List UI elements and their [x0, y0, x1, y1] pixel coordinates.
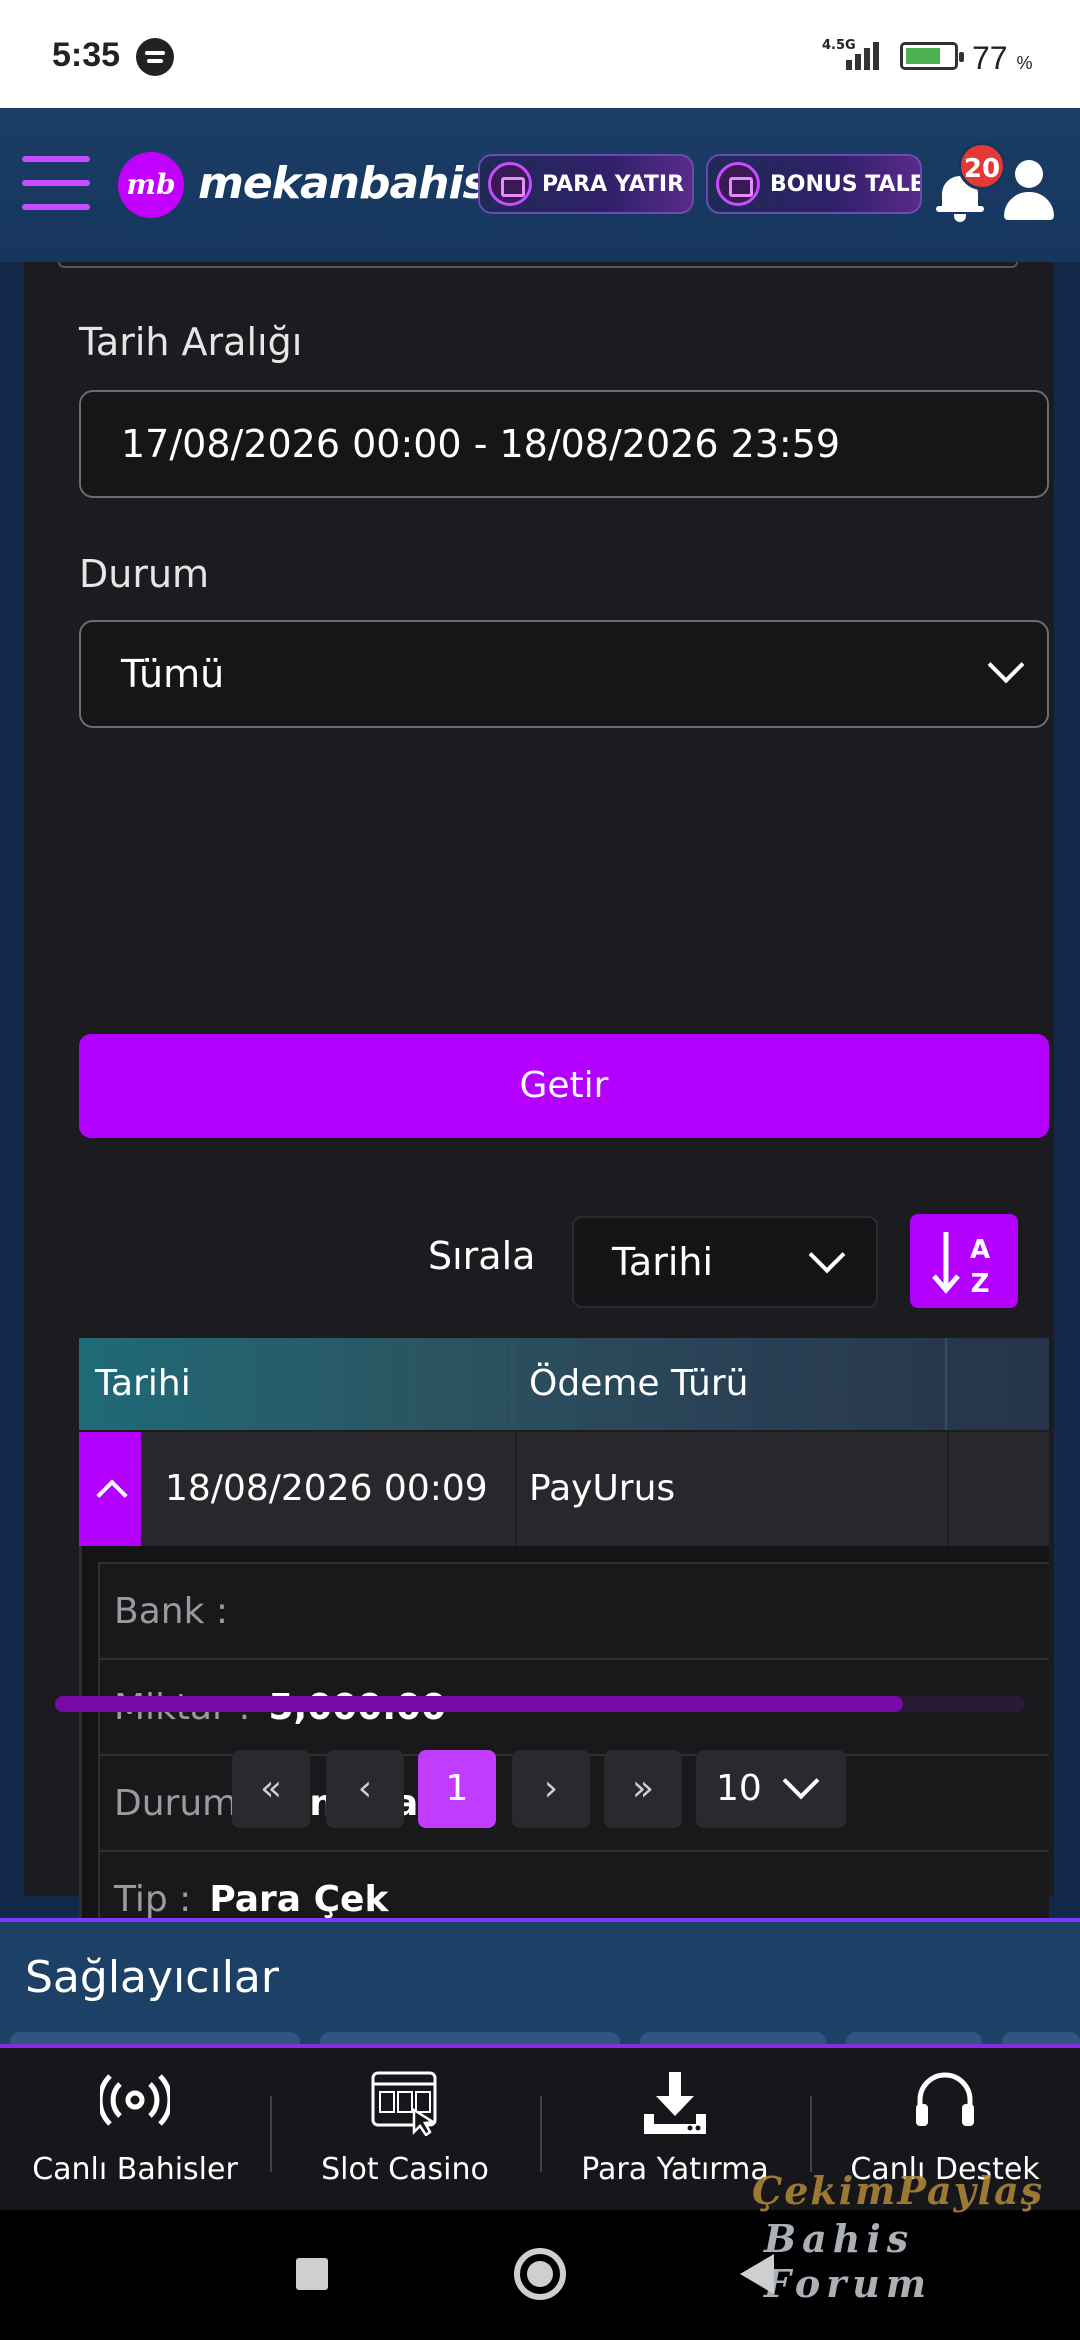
- nav-live-bets[interactable]: Canlı Bahisler: [0, 2048, 270, 2214]
- table-row[interactable]: 18/08/2026 00:09 PayUrus: [79, 1432, 1049, 1546]
- cell-payment-type: PayUrus: [529, 1468, 676, 1509]
- previous-page-button[interactable]: ‹: [326, 1750, 404, 1828]
- last-page-button[interactable]: »: [604, 1750, 682, 1828]
- battery-percent: 77 %: [972, 40, 1033, 76]
- signal-icon: [846, 40, 886, 70]
- page-size-select[interactable]: 10: [696, 1750, 846, 1828]
- date-range-input[interactable]: 17/08/2026 00:00 - 18/08/2026 23:59: [79, 390, 1049, 498]
- status-time: 5:35: [52, 36, 121, 74]
- cell-date: 18/08/2026 00:09: [165, 1468, 488, 1509]
- slot-machine-icon: [371, 2071, 437, 2136]
- sort-order-button[interactable]: A Z: [910, 1214, 1018, 1308]
- column-header-payment-type[interactable]: Ödeme Türü: [513, 1338, 947, 1430]
- transactions-table: Tarihi Ödeme Türü 18/08/2026 00:09 PayUr…: [79, 1338, 1049, 1978]
- previous-field-edge: [58, 262, 1018, 268]
- sort-label: Sırala: [428, 1234, 536, 1278]
- sort-select[interactable]: Tarihi: [572, 1216, 878, 1308]
- table-horizontal-scrollbar[interactable]: [55, 1696, 1025, 1712]
- watermark-line-2: Bahis Forum: [764, 2216, 933, 2306]
- status-bar: 5:35 4.5G 77 %: [0, 0, 1080, 108]
- headset-icon: [916, 2072, 974, 2126]
- recent-apps-icon[interactable]: [296, 2258, 328, 2290]
- transaction-history-panel: Tarih Aralığı 17/08/2026 00:00 - 18/08/2…: [24, 262, 1054, 1966]
- nav-live-bets-label: Canlı Bahisler: [32, 2152, 238, 2187]
- current-page-button[interactable]: 1: [418, 1750, 496, 1828]
- sort-alpha-icon: A Z: [932, 1232, 990, 1299]
- page-size-value: 10: [716, 1768, 762, 1809]
- bonus-button-label: BONUS TALEP: [770, 171, 920, 197]
- chevron-down-icon: [808, 1236, 846, 1274]
- bonus-request-button[interactable]: BONUS TALEP: [706, 154, 922, 214]
- status-select-value: Tümü: [121, 652, 225, 696]
- notification-badge: 20: [958, 142, 1006, 190]
- svg-text:Z: Z: [971, 1269, 990, 1299]
- providers-section: Sağlayıcılar: [0, 1922, 1080, 2052]
- deposit-button[interactable]: PARA YATIR: [478, 154, 694, 214]
- next-page-button[interactable]: ›: [512, 1750, 590, 1828]
- forum-watermark: ÇekimPaylaş Bahis Forum: [752, 2168, 1080, 2306]
- app-header: mb mekanbahis PARA YATIR BONUS TALEP 20: [0, 108, 1080, 262]
- gift-icon: [716, 162, 760, 206]
- nav-slot-casino-label: Slot Casino: [321, 2152, 489, 2187]
- menu-icon[interactable]: [22, 156, 90, 212]
- wallet-icon: [488, 162, 532, 206]
- date-range-label: Tarih Aralığı: [79, 320, 303, 364]
- scrollbar-thumb[interactable]: [55, 1696, 903, 1712]
- watermark-line-1: ÇekimPaylaş: [752, 2168, 1045, 2213]
- collapse-row-button[interactable]: [79, 1432, 141, 1546]
- chevron-down-icon: [987, 646, 1025, 684]
- deposit-button-label: PARA YATIR: [542, 171, 685, 197]
- logo-badge[interactable]: mb: [118, 152, 184, 218]
- download-icon: [644, 2072, 706, 2134]
- broadcast-icon: [100, 2074, 170, 2126]
- svg-text:A: A: [970, 1235, 990, 1265]
- table-header: Tarihi Ödeme Türü: [79, 1338, 1049, 1430]
- status-label: Durum: [79, 552, 210, 596]
- user-icon[interactable]: [1002, 160, 1056, 222]
- status-select[interactable]: Tümü: [79, 620, 1049, 728]
- detail-bank: Bank :: [100, 1564, 1049, 1660]
- battery-icon: [900, 42, 964, 70]
- chevron-down-icon: [782, 1762, 820, 1800]
- logo-text[interactable]: mekanbahis: [198, 158, 489, 209]
- providers-title: Sağlayıcılar: [25, 1952, 279, 2003]
- spotify-icon: [136, 38, 174, 76]
- home-icon[interactable]: [514, 2248, 566, 2300]
- sort-select-value: Tarihi: [612, 1240, 714, 1284]
- first-page-button[interactable]: «: [232, 1750, 310, 1828]
- nav-slot-casino[interactable]: Slot Casino: [270, 2048, 540, 2214]
- fetch-button[interactable]: Getir: [79, 1034, 1049, 1138]
- column-header-date[interactable]: Tarihi: [79, 1338, 513, 1430]
